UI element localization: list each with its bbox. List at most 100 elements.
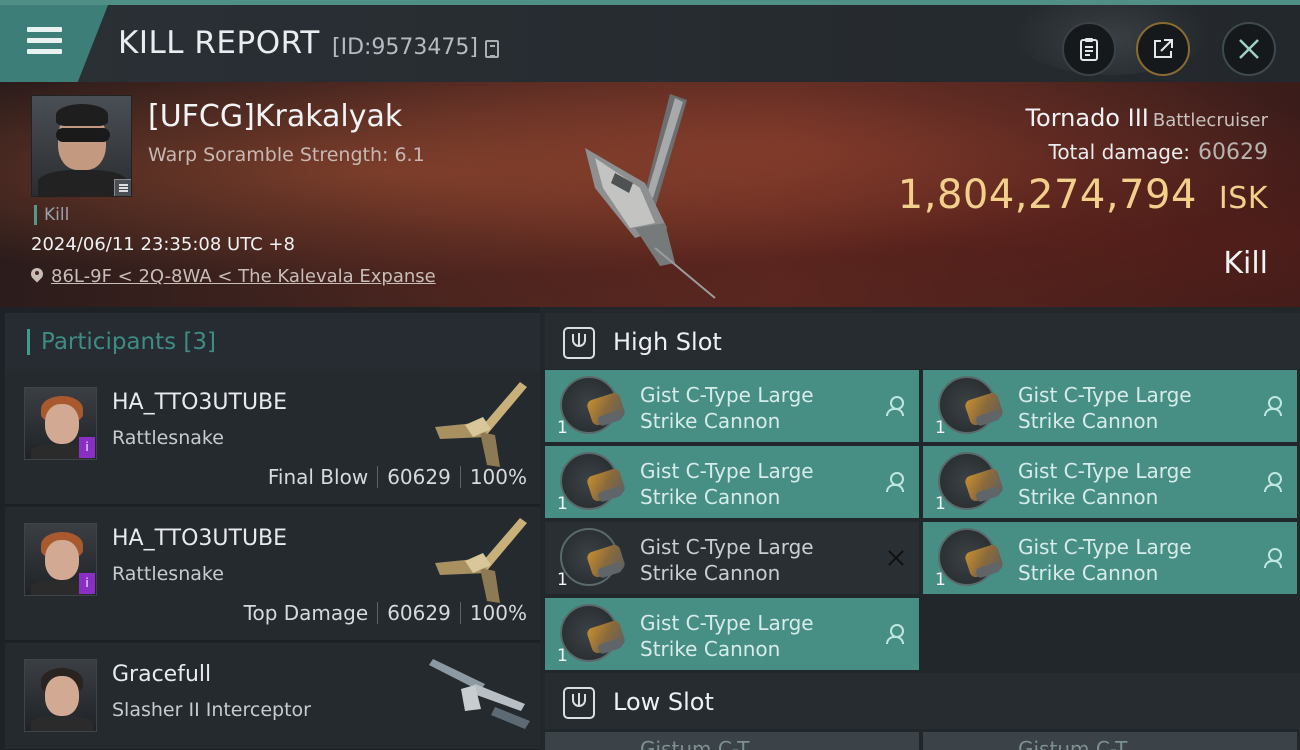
module-item[interactable]: Gistum C-T <box>545 732 919 750</box>
module-item[interactable]: 1 Gist C-Type Large Strike Cannon <box>545 446 919 518</box>
participant-percent: 100% <box>469 601 527 625</box>
participant-card[interactable]: i HA_TTO3UTUBE Rattlesnake Final Blow 606… <box>5 371 540 505</box>
participant-card[interactable]: Gracefull Slasher II Interceptor <box>5 643 540 750</box>
location-text: 86L-9F < 2Q-8WA < The Kalevala Expanse <box>51 266 436 287</box>
copy-icon[interactable] <box>485 40 499 58</box>
participant-name: HA_TTO3UTUBE <box>112 526 288 551</box>
total-damage-value: 60629 <box>1198 140 1268 165</box>
module-qty: 1 <box>557 646 568 666</box>
module-icon <box>938 376 1005 434</box>
clipboard-button[interactable] <box>1062 22 1116 76</box>
module-icon <box>560 376 627 434</box>
pilot-icon <box>1264 548 1282 568</box>
module-name: Gist C-Type Large Strike Cannon <box>1018 459 1192 509</box>
low-slot-icon <box>563 687 595 719</box>
clipboard-icon <box>1080 38 1098 61</box>
isk-unit: ISK <box>1218 181 1268 216</box>
participant-avatar: i <box>24 387 97 460</box>
victim-ship-image <box>585 94 716 299</box>
close-button[interactable] <box>1222 22 1276 76</box>
high-slot-header: High Slot <box>545 313 1300 369</box>
module-item[interactable]: 1 Gist C-Type Large Strike Cannon <box>545 370 919 442</box>
participant-name: Gracefull <box>112 662 212 687</box>
participant-percent: 100% <box>469 465 527 489</box>
participants-header[interactable]: Participants [3] <box>5 313 540 371</box>
module-icon <box>938 452 1005 510</box>
participant-damage: 60629 <box>387 601 451 625</box>
module-name: Gistum C-T <box>1018 737 1128 750</box>
participant-role: Final Blow <box>267 465 369 489</box>
info-icon <box>114 179 131 196</box>
fitting-slots-panel: High Slot 1 Gist C-Type Large Strike Can… <box>540 307 1300 750</box>
module-qty: 1 <box>557 418 568 438</box>
top-bar: KILL REPORT [ID:9573475] <box>0 0 1300 82</box>
module-icon <box>560 528 627 586</box>
ship-class: Battlecruiser <box>1152 110 1268 131</box>
victim-ship-name[interactable]: Tornado III Battlecruiser <box>1025 104 1268 132</box>
module-item[interactable]: 1 Gist C-Type Large Strike Cannon <box>545 598 919 670</box>
menu-button[interactable] <box>0 5 108 82</box>
participant-ship: Rattlesnake <box>112 563 224 585</box>
victim-portrait[interactable] <box>31 95 132 197</box>
low-slot-header: Low Slot <box>545 673 1300 729</box>
module-name: Gistum C-T <box>640 737 750 750</box>
participants-title: Participants [3] <box>41 329 216 355</box>
result-label: Kill <box>1223 246 1268 281</box>
participant-ship-image <box>435 382 527 467</box>
module-item[interactable]: 1 Gist C-Type Large Strike Cannon <box>923 522 1297 594</box>
module-name: Gist C-Type Large Strike Cannon <box>1018 535 1192 585</box>
module-item[interactable]: 1 Gist C-Type Large Strike Cannon <box>923 446 1297 518</box>
participant-badge: i <box>79 573 95 594</box>
participant-damage: 60629 <box>387 465 451 489</box>
participant-avatar <box>24 659 97 732</box>
pilot-icon <box>1264 396 1282 416</box>
participant-name: HA_TTO3UTUBE <box>112 390 288 415</box>
pilot-icon <box>886 472 904 492</box>
warp-scramble-strength: Warp Soramble Strength: 6.1 <box>148 144 425 166</box>
module-name: Gist C-Type Large Strike Cannon <box>640 459 814 509</box>
module-item[interactable]: Gistum C-T <box>923 732 1297 750</box>
pilot-icon <box>1264 472 1282 492</box>
module-name: Gist C-Type Large Strike Cannon <box>640 383 814 433</box>
participant-ship-image <box>435 518 527 603</box>
module-name: Gist C-Type Large Strike Cannon <box>1018 383 1192 433</box>
location-pin-icon <box>31 268 43 284</box>
close-icon <box>1239 39 1259 59</box>
participant-role: Top Damage <box>243 601 369 625</box>
participant-ship-image <box>429 659 530 729</box>
module-qty: 1 <box>935 418 946 438</box>
hamburger-menu-icon <box>27 27 62 60</box>
victim-name[interactable]: [UFCG]Krakalyak <box>148 99 402 134</box>
isk-value: 1,804,274,794 ISK <box>897 172 1268 218</box>
pilot-icon <box>886 624 904 644</box>
page-title: KILL REPORT <box>118 25 320 61</box>
participant-ship: Rattlesnake <box>112 427 224 449</box>
participant-stats: Top Damage 60629 100% <box>244 601 527 625</box>
participant-badge: i <box>79 437 95 458</box>
module-icon <box>560 452 627 510</box>
high-slot-icon <box>563 327 595 359</box>
pilot-icon <box>886 396 904 416</box>
kill-timestamp: 2024/06/11 23:35:08 UTC +8 <box>31 234 295 255</box>
participant-card[interactable]: i HA_TTO3UTUBE Rattlesnake Top Damage 606… <box>5 507 540 641</box>
location-link[interactable]: 86L-9F < 2Q-8WA < The Kalevala Expanse <box>31 266 436 287</box>
module-qty: 1 <box>935 570 946 590</box>
report-id: [ID:9573475] <box>332 35 478 60</box>
module-name: Gist C-Type Large Strike Cannon <box>640 611 814 661</box>
low-slot-label: Low Slot <box>613 688 714 716</box>
module-item[interactable]: 1 Gist C-Type Large Strike Cannon <box>545 522 919 594</box>
dropped-x-icon <box>886 548 906 568</box>
module-icon <box>560 604 627 662</box>
participant-ship: Slasher II Interceptor <box>112 699 311 721</box>
share-icon <box>1154 39 1173 58</box>
module-item[interactable]: 1 Gist C-Type Large Strike Cannon <box>923 370 1297 442</box>
victim-banner: [UFCG]Krakalyak Warp Soramble Strength: … <box>0 82 1300 307</box>
high-slot-label: High Slot <box>613 328 722 356</box>
participants-panel: Participants [3] i HA_TTO3UTUBE Rattlesn… <box>0 307 540 750</box>
kill-tag: Kill <box>34 205 69 225</box>
total-damage: Total damage: 60629 <box>1048 140 1269 165</box>
share-button[interactable] <box>1136 22 1190 76</box>
module-icon <box>938 528 1005 586</box>
participant-avatar: i <box>24 523 97 596</box>
module-qty: 1 <box>557 570 568 590</box>
